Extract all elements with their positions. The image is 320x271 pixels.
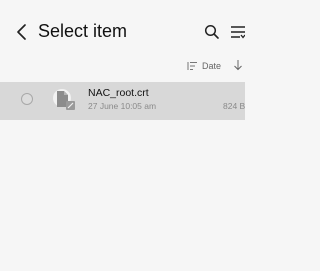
arrow-down-icon[interactable] — [233, 59, 243, 71]
chevron-left-icon[interactable] — [14, 22, 32, 42]
sort-label[interactable]: Date — [202, 61, 221, 71]
app-header: Select item — [0, 0, 245, 64]
file-name: NAC_root.crt — [88, 87, 149, 99]
search-icon[interactable] — [204, 24, 220, 40]
list-item[interactable]: NAC_root.crt 27 June 10:05 am 824 B — [0, 82, 245, 120]
sort-icon[interactable] — [187, 61, 198, 71]
file-date: 27 June 10:05 am — [88, 101, 157, 111]
page-title: Select item — [38, 21, 128, 41]
select-radio[interactable] — [21, 93, 33, 105]
sort-bar: Date — [0, 57, 245, 75]
file-size: 824 B — [223, 101, 246, 111]
more-menu-icon[interactable] — [229, 24, 245, 40]
certificate-file-icon — [51, 86, 77, 114]
